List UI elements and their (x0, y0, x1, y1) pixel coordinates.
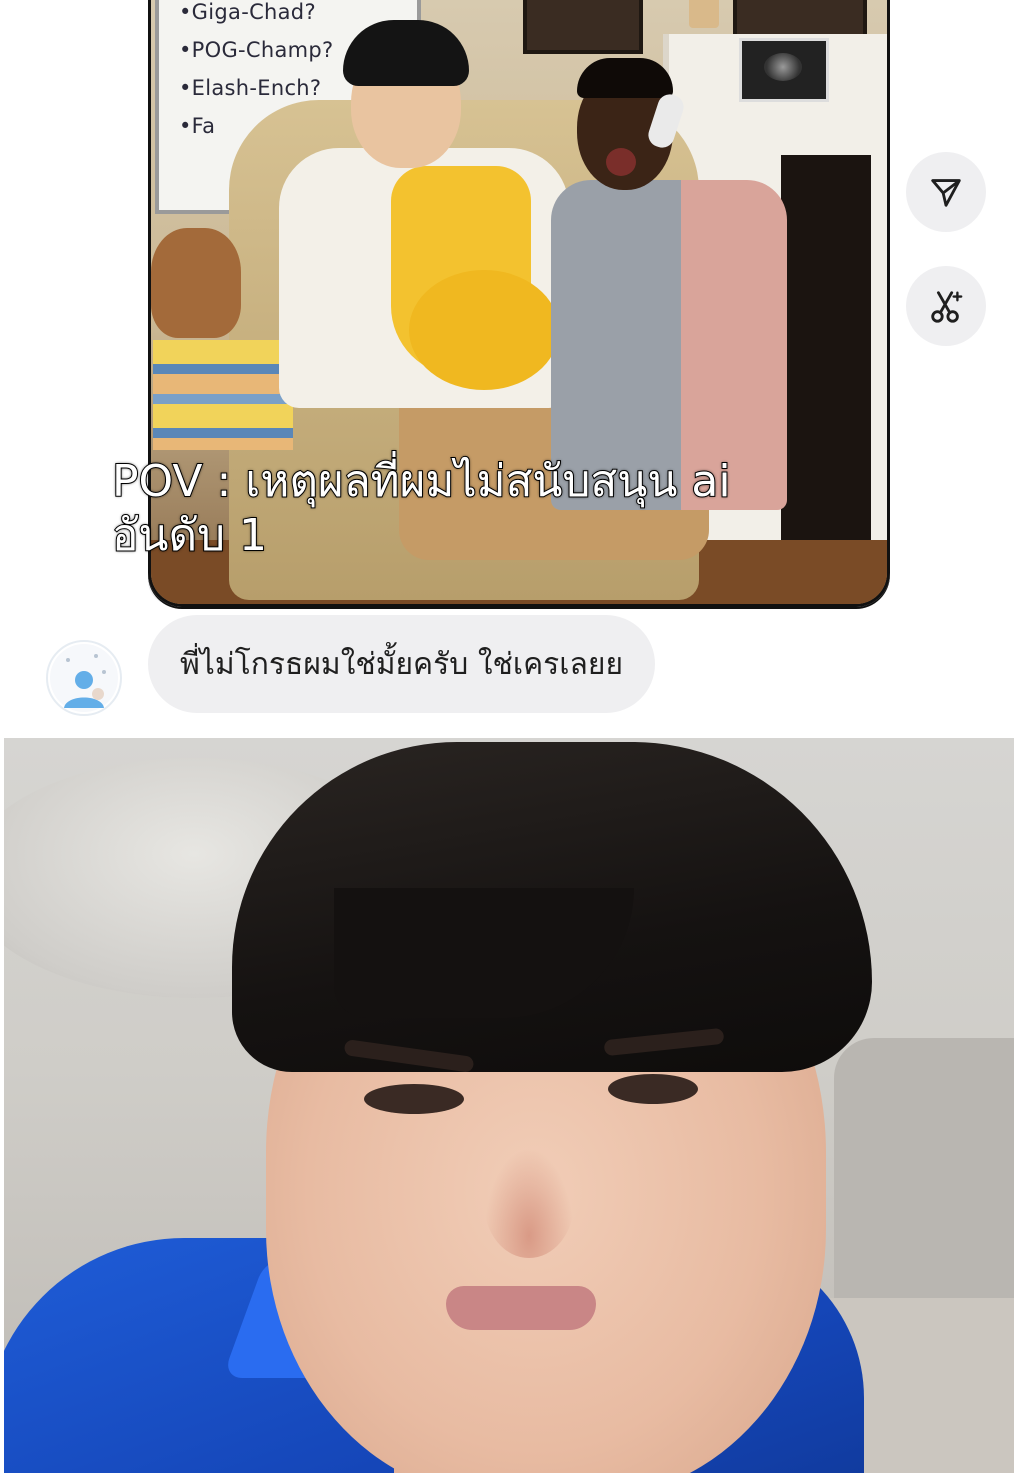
chat-area: •Giga-Chad? •POG-Champ? •Elash-Ench? •Fa… (0, 0, 1014, 736)
ultrasound-photo (739, 38, 829, 102)
shocked-mouth (606, 148, 636, 176)
message-bubble[interactable]: พี่ไม่โกรธผมใช่มั้ยครับ ใช่เครเลยย (148, 615, 656, 713)
whiteboard-line: •POG-Champ? (179, 38, 334, 62)
scissors-sparkle-icon (931, 291, 963, 323)
jar (689, 0, 719, 28)
whiteboard-line: •Elash-Ench? (179, 76, 322, 100)
remix-button[interactable] (906, 266, 986, 346)
user-avatar-icon (50, 644, 118, 712)
wall-photo-frame (523, 0, 643, 54)
video-caption: POV : เหตุผลที่ผมไม่สนับสนุน ai อันดับ 1 (111, 455, 732, 562)
pregnant-belly (409, 270, 559, 390)
left-eye (364, 1084, 464, 1114)
selfie-video[interactable] (4, 738, 1014, 1473)
message-text: พี่ไม่โกรธผมใช่มั้ยครับ ใช่เครเลยย (180, 646, 624, 682)
send-button[interactable] (906, 152, 986, 232)
send-icon (931, 179, 961, 207)
whiteboard-line: •Giga-Chad? (179, 0, 316, 24)
whiteboard-line: •Fa (179, 114, 216, 138)
book-stack (153, 340, 293, 450)
dog (151, 228, 241, 338)
right-eye (608, 1074, 698, 1104)
second-person-hair (577, 58, 673, 98)
sender-avatar[interactable] (46, 640, 122, 716)
mouth (446, 1286, 596, 1330)
nose (484, 1148, 574, 1258)
